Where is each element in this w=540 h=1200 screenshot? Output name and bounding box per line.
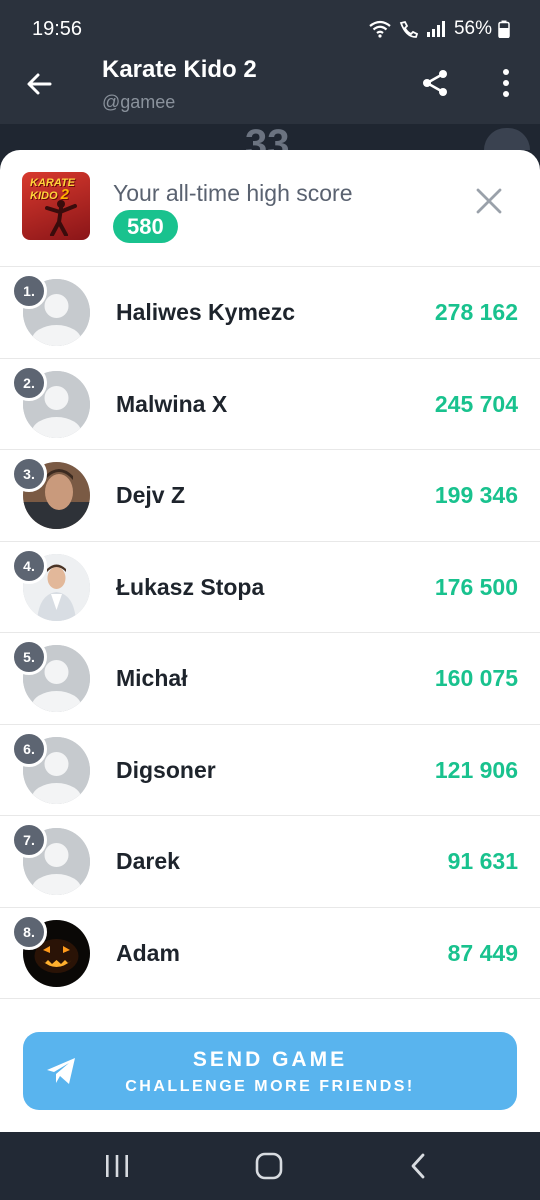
karate-figure-icon: [45, 200, 77, 236]
player-score: 278 162: [434, 299, 518, 325]
player-name: Darek: [116, 848, 180, 874]
player-name: Łukasz Stopa: [116, 573, 265, 600]
high-score-header: KARATE KIDO 2 Your all-time high score 58…: [0, 150, 540, 267]
leaderboard-row[interactable]: 5. Michał 160 075: [0, 633, 540, 725]
recents-icon[interactable]: [102, 1152, 132, 1180]
player-score: 176 500: [434, 573, 518, 600]
leaderboard-row[interactable]: 4. Łukasz Stopa 176 500: [0, 542, 540, 633]
share-icon[interactable]: [420, 68, 450, 98]
high-score-label: Your all-time high score: [113, 180, 353, 206]
game-icon: KARATE KIDO 2: [22, 172, 90, 240]
leaderboard-row[interactable]: 8. Adam 87 449: [0, 908, 540, 999]
status-icons: 56%: [368, 18, 510, 40]
leaderboard-row[interactable]: 2. Malwina X 245 704: [0, 359, 540, 450]
signal-icon: [426, 21, 445, 37]
sound-icon[interactable]: [484, 128, 530, 150]
player-score: 199 346: [434, 482, 518, 508]
rank-badge: 8.: [11, 913, 47, 950]
background-score: 33: [245, 124, 290, 152]
rank-badge: 7.: [11, 822, 47, 858]
leaderboard-row[interactable]: 3. Dejv Z 199 346: [0, 450, 540, 542]
wifi-icon: [369, 20, 391, 38]
rank-badge: 4.: [11, 547, 47, 584]
battery-percent: 56%: [453, 18, 492, 39]
player-score: 121 906: [434, 756, 518, 783]
leaderboard-row[interactable]: 6. Digsoner 121 906: [0, 725, 540, 816]
more-options-icon[interactable]: [494, 68, 518, 98]
rank-badge: 6.: [11, 730, 47, 767]
rank-badge: 3.: [11, 456, 47, 492]
high-score-badge: 580: [113, 210, 178, 243]
system-nav-bar: [0, 1132, 540, 1200]
player-score: 160 075: [434, 665, 518, 691]
player-name: Adam: [116, 939, 180, 966]
close-icon[interactable]: [476, 188, 502, 214]
challenge-label: CHALLENGE MORE FRIENDS!: [125, 1078, 415, 1095]
battery-icon: [498, 20, 510, 38]
publisher-handle[interactable]: @gamee: [102, 92, 175, 113]
app-bar: Karate Kido 2 @gamee: [0, 56, 540, 124]
rank-badge: 1.: [11, 273, 47, 309]
rank-badge: 2.: [11, 364, 47, 401]
leaderboard-sheet: KARATE KIDO 2 Your all-time high score 58…: [0, 150, 540, 1132]
call-icon: [399, 20, 419, 38]
send-game-label: SEND GAME: [192, 1048, 348, 1071]
player-name: Michał: [116, 665, 188, 691]
player-score: 91 631: [447, 848, 518, 874]
send-game-button[interactable]: SEND GAME CHALLENGE MORE FRIENDS!: [23, 1032, 517, 1110]
leaderboard-row[interactable]: 7. Darek 91 631: [0, 816, 540, 908]
player-score: 245 704: [434, 390, 518, 417]
player-name: Dejv Z: [116, 482, 186, 508]
rank-badge: 5.: [11, 639, 47, 675]
home-icon[interactable]: [254, 1152, 284, 1180]
status-bar: 19:56 56%: [0, 0, 540, 56]
player-score: 87 449: [447, 939, 518, 966]
leaderboard-list: 1. Haliwes Kymezc 278 162 2. Malwina X 2…: [0, 267, 540, 999]
back-arrow-icon[interactable]: [24, 68, 56, 100]
player-name: Haliwes Kymezc: [116, 299, 295, 325]
back-nav-icon[interactable]: [404, 1152, 434, 1180]
player-name: Digsoner: [116, 756, 216, 783]
status-time: 19:56: [32, 18, 83, 40]
player-name: Malwina X: [116, 390, 228, 417]
leaderboard-row[interactable]: 1. Haliwes Kymezc 278 162: [0, 267, 540, 359]
game-title: Karate Kido 2: [102, 56, 257, 83]
